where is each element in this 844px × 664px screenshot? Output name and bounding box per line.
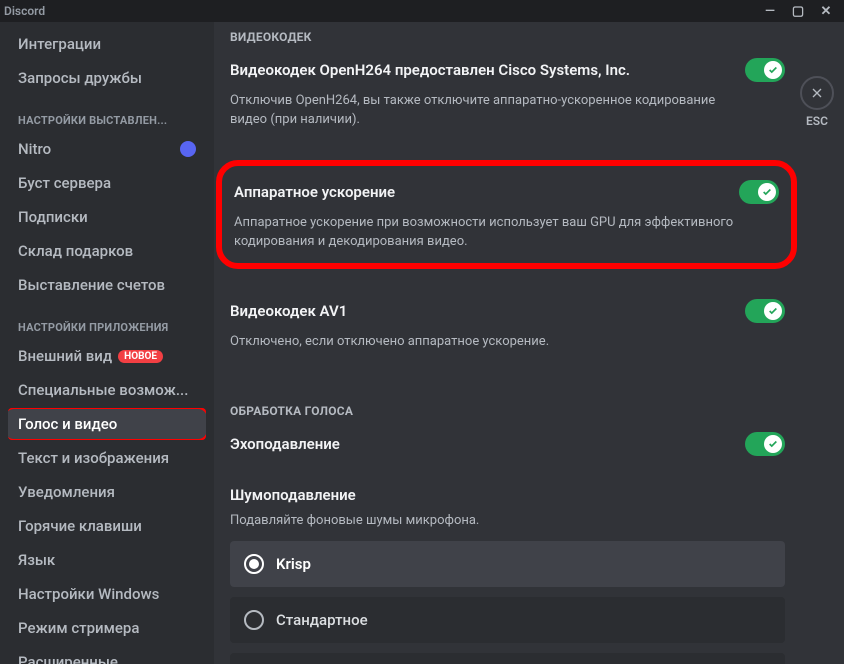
window-minimize-button[interactable]: — xyxy=(756,4,784,19)
sidebar-item-label: Язык xyxy=(18,551,55,569)
sidebar-item[interactable]: Режим стримера xyxy=(8,612,206,644)
noise-desc: Подавляйте фоновые шумы микрофона. xyxy=(230,512,740,531)
sidebar-item-label: Склад подарков xyxy=(18,242,133,260)
sidebar-item-label: Подписки xyxy=(18,208,88,226)
sidebar-item[interactable]: Nitro xyxy=(8,133,206,165)
nitro-badge-icon xyxy=(180,141,196,157)
sidebar-item-label: Расширенные xyxy=(18,653,118,664)
section-voice: ОБРАБОТКА ГОЛОСА xyxy=(230,396,785,432)
hwaccel-toggle[interactable] xyxy=(739,180,779,204)
noise-option[interactable]: Пусто xyxy=(230,653,785,664)
av1-desc: Отключено, если отключено аппаратное уск… xyxy=(230,333,740,352)
new-badge: НОВОЕ xyxy=(118,350,163,363)
sidebar-section-header: НАСТРОЙКИ ПРИЛОЖЕНИЯ xyxy=(8,303,206,340)
sidebar-item-label: Nitro xyxy=(18,140,51,158)
openh264-toggle[interactable] xyxy=(745,58,785,82)
noise-label: Шумоподавление xyxy=(230,486,785,504)
sidebar-item-label: Голос и видео xyxy=(18,415,117,433)
sidebar-item[interactable]: Подписки xyxy=(8,201,206,233)
settings-main: ESC ВИДЕОКОДЕК Видеокодек OpenH264 предо… xyxy=(214,22,844,664)
noise-radio-group: Krisp Стандартное Пусто xyxy=(230,541,785,664)
sidebar-item[interactable]: Расширенные xyxy=(8,646,206,664)
sidebar-item-label: Настройки Windows xyxy=(18,585,159,603)
sidebar-item-label: Выставление счетов xyxy=(18,276,165,294)
sidebar-item-label: Текст и изображения xyxy=(18,449,169,467)
setting-hwaccel: Аппаратное ускорение Аппаратное ускорени… xyxy=(234,180,779,252)
setting-noise: Шумоподавление Подавляйте фоновые шумы м… xyxy=(230,486,785,664)
setting-av1: Видеокодек AV1 Отключено, если отключено… xyxy=(230,299,785,352)
echo-label: Эхоподавление xyxy=(230,435,340,453)
sidebar-item[interactable]: Выставление счетов xyxy=(8,269,206,301)
hwaccel-label: Аппаратное ускорение xyxy=(234,183,395,201)
sidebar-item[interactable]: Настройки Windows xyxy=(8,578,206,610)
sidebar-item-label: Уведомления xyxy=(18,483,115,501)
window-maximize-button[interactable]: ▢ xyxy=(784,4,812,19)
sidebar-item-label: Режим стримера xyxy=(18,619,139,637)
esc-button[interactable]: ESC xyxy=(800,76,834,128)
sidebar-item[interactable]: Язык xyxy=(8,544,206,576)
setting-openh264: Видеокодек OpenH264 предоставлен Cisco S… xyxy=(230,58,785,130)
window-close-button[interactable]: ✕ xyxy=(812,4,840,19)
sidebar-item[interactable]: Запросы дружбы xyxy=(8,62,206,94)
sidebar-section-header: НАСТРОЙКИ ВЫСТАВЛЕН... xyxy=(8,96,206,133)
sidebar-item[interactable]: Интеграции xyxy=(8,28,206,60)
app-title: Discord xyxy=(4,4,45,18)
setting-echo: Эхоподавление xyxy=(230,432,785,456)
sidebar-item[interactable]: Уведомления xyxy=(8,476,206,508)
hwaccel-desc: Аппаратное ускорение при возможности исп… xyxy=(234,214,754,252)
av1-toggle[interactable] xyxy=(745,299,785,323)
sidebar-item[interactable]: Склад подарков xyxy=(8,235,206,267)
sidebar-item-label: Буст сервера xyxy=(18,174,111,192)
close-icon[interactable] xyxy=(800,76,834,110)
highlighted-hwaccel-panel: Аппаратное ускорение Аппаратное ускорени… xyxy=(216,160,797,270)
sidebar-item[interactable]: Внешний вид НОВОЕ xyxy=(8,340,206,372)
noise-option[interactable]: Krisp xyxy=(230,541,785,587)
titlebar: Discord — ▢ ✕ xyxy=(0,0,844,22)
esc-label: ESC xyxy=(800,114,834,128)
sidebar-item-label: Внешний вид xyxy=(18,347,112,365)
sidebar-item-label: Горячие клавиши xyxy=(18,517,142,535)
sidebar-item[interactable]: Текст и изображения xyxy=(8,442,206,474)
settings-sidebar: ИнтеграцииЗапросы дружбыНАСТРОЙКИ ВЫСТАВ… xyxy=(0,22,214,664)
radio-label: Стандартное xyxy=(276,611,368,629)
sidebar-item[interactable]: Специальные возмож... xyxy=(8,374,206,406)
noise-option[interactable]: Стандартное xyxy=(230,597,785,643)
sidebar-item[interactable]: Горячие клавиши xyxy=(8,510,206,542)
radio-label: Krisp xyxy=(276,555,311,573)
radio-icon xyxy=(244,554,264,574)
sidebar-item-label: Специальные возмож... xyxy=(18,381,188,399)
sidebar-item[interactable]: Голос и видео xyxy=(8,408,206,440)
radio-icon xyxy=(244,610,264,630)
sidebar-item[interactable]: Буст сервера xyxy=(8,167,206,199)
echo-toggle[interactable] xyxy=(745,432,785,456)
av1-label: Видеокодек AV1 xyxy=(230,302,347,320)
openh264-label: Видеокодек OpenH264 предоставлен Cisco S… xyxy=(230,61,630,79)
openh264-desc: Отключив OpenH264, вы также отключите ап… xyxy=(230,92,740,130)
section-videocodec: ВИДЕОКОДЕК xyxy=(230,22,785,58)
